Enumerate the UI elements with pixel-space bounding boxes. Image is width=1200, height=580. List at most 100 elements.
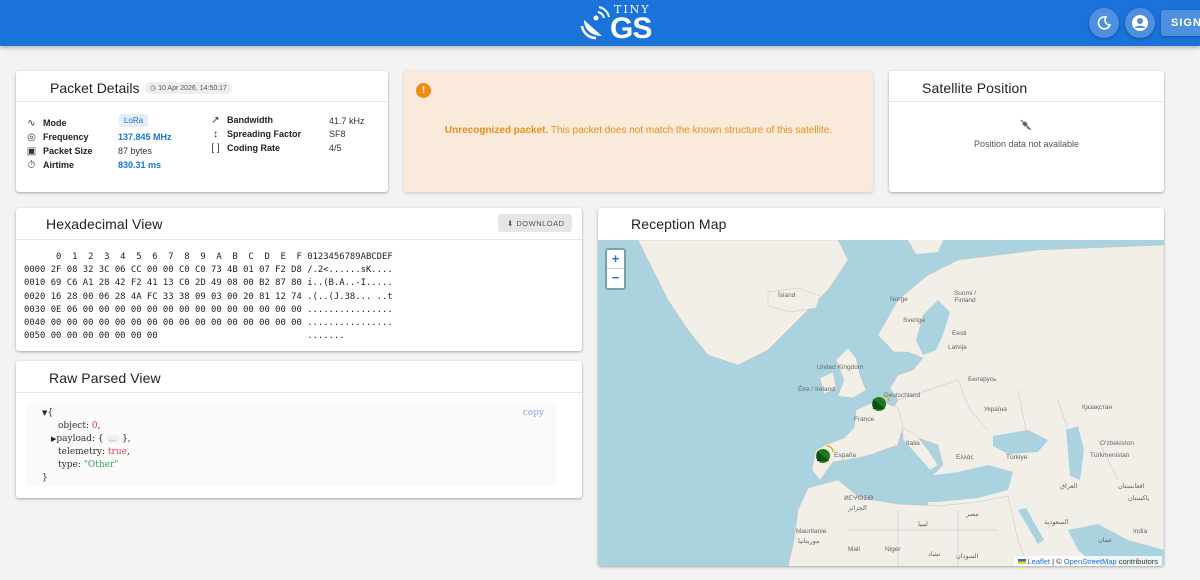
- alert-bold-text: Unrecognized packet.: [444, 125, 549, 136]
- json-payload-line[interactable]: ▶payload: { ... },: [51, 434, 131, 444]
- satellite-position-card: Satellite Position Position data not ava…: [889, 71, 1164, 192]
- download-button[interactable]: ⬇ DOWNLOAD: [498, 214, 572, 232]
- map-label: Italia: [906, 440, 920, 447]
- map-label: تشاد: [928, 551, 941, 558]
- json-close-brace: }: [42, 473, 48, 483]
- map-label: ⵍⵎⵖⵔⵉⴱ: [844, 495, 874, 502]
- alert-message: Unrecognized packet. This packet does no…: [404, 125, 873, 136]
- map-label: United Kingdom: [817, 364, 864, 371]
- brackets-icon: [ ]: [211, 143, 220, 154]
- map-label: افغانستان: [1118, 483, 1145, 490]
- hex-line: 0030 0E 06 00 00 00 00 00 00 00 00 00 00…: [24, 304, 393, 315]
- hex-line: 0 1 2 3 4 5 6 7 8 9 A B C D E F 01234567…: [24, 252, 393, 262]
- map-label: مصر: [966, 511, 979, 518]
- frequency-row: ◎ Frequency: [27, 132, 89, 143]
- bandwidth-row: ↗ Bandwidth: [211, 115, 273, 126]
- map-label: Қазақстан: [1082, 404, 1113, 411]
- map-label: France: [854, 416, 875, 423]
- zoom-in-button[interactable]: +: [607, 250, 624, 269]
- map-label: Eesti: [952, 330, 967, 337]
- raw-parsed-view-card: Raw Parsed View copy ▼{ object: 0, ▶payl…: [16, 361, 582, 498]
- unrecognized-packet-alert: ! Unrecognized packet. This packet does …: [404, 71, 873, 192]
- reception-map[interactable]: Ísland Norge Suomi / Finland Sverige Ees…: [598, 240, 1164, 566]
- spreading-factor-row: ↕ Spreading Factor: [210, 129, 301, 140]
- reception-map-title: Reception Map: [631, 216, 727, 232]
- map-label: السودان: [956, 553, 979, 560]
- map-label: Mali: [848, 546, 860, 553]
- account-circle-icon: [1132, 15, 1148, 31]
- warning-icon: !: [416, 83, 431, 98]
- map-label: Niger: [885, 546, 901, 553]
- map-label: موريتانيا: [798, 538, 820, 545]
- map-label: Ελλάς: [956, 454, 974, 461]
- raw-parsed-view-title: Raw Parsed View: [49, 370, 161, 386]
- packet-timestamp: 10 Apr 2026, 14:50:17: [158, 85, 227, 92]
- radio-tower-icon: ◎: [27, 132, 36, 143]
- logo-gs-text: GS: [610, 12, 652, 45]
- expand-vertical-icon: ↕: [213, 129, 218, 140]
- hex-line: 0040 00 00 00 00 00 00 00 00 00 00 00 00…: [24, 318, 393, 329]
- satellite-off-icon: [1020, 119, 1032, 131]
- map-label: Mauritanie: [796, 528, 827, 535]
- copy-json-button[interactable]: copy: [523, 408, 544, 418]
- bandwidth-value: 41.7 kHz: [329, 116, 365, 126]
- map-label: ليبيا: [918, 521, 928, 528]
- map-label: Norge: [890, 296, 908, 303]
- packet-timestamp-badge: ◷ 10 Apr 2026, 14:50:17: [145, 82, 232, 94]
- packet-size-row: ▣ Packet Size: [26, 146, 93, 157]
- zoom-control: + −: [605, 248, 626, 290]
- ground-station-marker[interactable]: [813, 442, 835, 466]
- timer-icon: ⏱: [27, 160, 36, 171]
- hex-line: 0000 2F 08 32 3C 06 CC 00 00 C0 C0 73 4B…: [24, 265, 393, 276]
- leaflet-link[interactable]: Leaflet: [1028, 557, 1051, 566]
- hex-dump: 0 1 2 3 4 5 6 7 8 9 A B C D E F 01234567…: [24, 251, 393, 343]
- sign-in-button[interactable]: SIGN: [1161, 10, 1200, 36]
- theme-toggle-button[interactable]: [1089, 8, 1119, 38]
- packet-details-card: Packet Details ◷ 10 Apr 2026, 14:50:17 ∿…: [16, 71, 388, 192]
- map-label: Suomi / Finland: [953, 290, 977, 304]
- osm-link[interactable]: OpenStreetMap: [1064, 557, 1117, 566]
- package-icon: ▣: [26, 146, 37, 157]
- map-label: Latvija: [948, 344, 967, 351]
- json-object-line: object: 0,: [58, 421, 101, 431]
- map-label: السعودية: [1044, 519, 1069, 526]
- position-unavailable-text: Position data not available: [973, 139, 1080, 149]
- map-label: العراق: [1060, 483, 1078, 490]
- airtime-value: 830.31 ms: [118, 160, 162, 170]
- reception-map-card: Reception Map Ísland Norge Suomi / Finla…: [598, 208, 1164, 566]
- map-label: España: [834, 452, 857, 459]
- moon-icon: [1097, 16, 1112, 30]
- json-root-toggle[interactable]: ▼{: [42, 408, 53, 418]
- spreading-factor-value: SF8: [329, 129, 346, 139]
- tinygs-logo[interactable]: TINY GS: [580, 2, 660, 45]
- alert-body-text: This packet does not match the known str…: [548, 125, 833, 136]
- hexadecimal-view-title: Hexadecimal View: [46, 216, 163, 232]
- zoom-out-button[interactable]: −: [607, 269, 624, 288]
- trending-icon: ↗: [211, 115, 220, 126]
- map-label: Türkmenistan: [1090, 452, 1130, 459]
- map-label: Sverige: [903, 317, 926, 324]
- map-label: الجزائر: [848, 505, 867, 512]
- download-icon: ⬇: [507, 219, 517, 228]
- ground-station-marker[interactable]: [869, 391, 891, 413]
- coding-rate-value: 4/5: [329, 143, 342, 153]
- map-label: Україна: [984, 406, 1007, 413]
- frequency-value: 137.845 MHz: [118, 132, 172, 142]
- map-attribution: Leaflet | © OpenStreetMap contributors: [1013, 556, 1162, 566]
- hex-line: 0010 69 C6 A1 28 42 F2 41 13 C0 2D 49 08…: [24, 278, 393, 289]
- map-label: عمان: [1098, 537, 1113, 544]
- account-button[interactable]: [1125, 8, 1155, 38]
- map-label: Türkiye: [1006, 454, 1028, 461]
- download-label: DOWNLOAD: [516, 219, 565, 228]
- map-label: Ísland: [778, 292, 796, 299]
- hexadecimal-view-card: Hexadecimal View ⬇ DOWNLOAD 0 1 2 3 4 5 …: [16, 208, 582, 351]
- json-type-line: type: "Other": [58, 460, 119, 470]
- map-label: Беларусь: [968, 376, 997, 383]
- json-viewer: copy ▼{ object: 0, ▶payload: { ... }, te…: [26, 404, 556, 486]
- ukraine-flag-icon: [1017, 559, 1026, 564]
- packet-size-value: 87 bytes: [118, 146, 153, 156]
- clock-icon: ◷: [150, 85, 159, 92]
- airtime-row: ⏱ Airtime: [27, 160, 75, 171]
- mode-chip: LoRa: [119, 114, 149, 127]
- satellite-dish-icon: [580, 6, 610, 40]
